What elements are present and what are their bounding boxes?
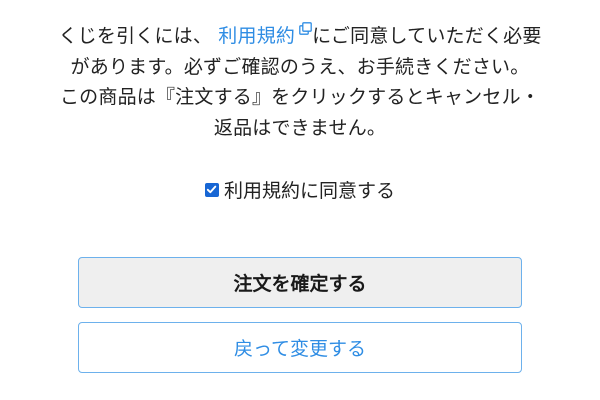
external-link-icon (299, 14, 312, 35)
terms-notice-paragraph: くじを引くには、 利用規約 にご同意していただく必要があります。必ずご確認のうえ、… (58, 14, 542, 82)
agree-checkbox[interactable] (204, 182, 219, 197)
order-confirmation-page: くじを引くには、 利用規約 にご同意していただく必要があります。必ずご確認のうえ、… (0, 0, 600, 400)
check-icon (207, 185, 217, 194)
terms-notice-prefix: くじを引くには、 (58, 25, 213, 47)
back-to-edit-label: 戻って変更する (233, 338, 367, 360)
terms-link[interactable]: 利用規約 (218, 22, 312, 47)
confirm-order-label: 注文を確定する (233, 273, 367, 295)
terms-notice: くじを引くには、 利用規約 にご同意していただく必要があります。必ずご確認のうえ、… (58, 14, 542, 143)
cancel-notice: この商品は『注文する』をクリックするとキャンセル・返品はできません。 (59, 86, 540, 139)
agree-row: 利用規約に同意する (0, 176, 600, 203)
confirm-order-button[interactable]: 注文を確定する (78, 257, 522, 308)
back-to-edit-button[interactable]: 戻って変更する (78, 322, 522, 373)
terms-link-label: 利用規約 (218, 25, 296, 47)
agree-label[interactable]: 利用規約に同意する (224, 176, 395, 203)
